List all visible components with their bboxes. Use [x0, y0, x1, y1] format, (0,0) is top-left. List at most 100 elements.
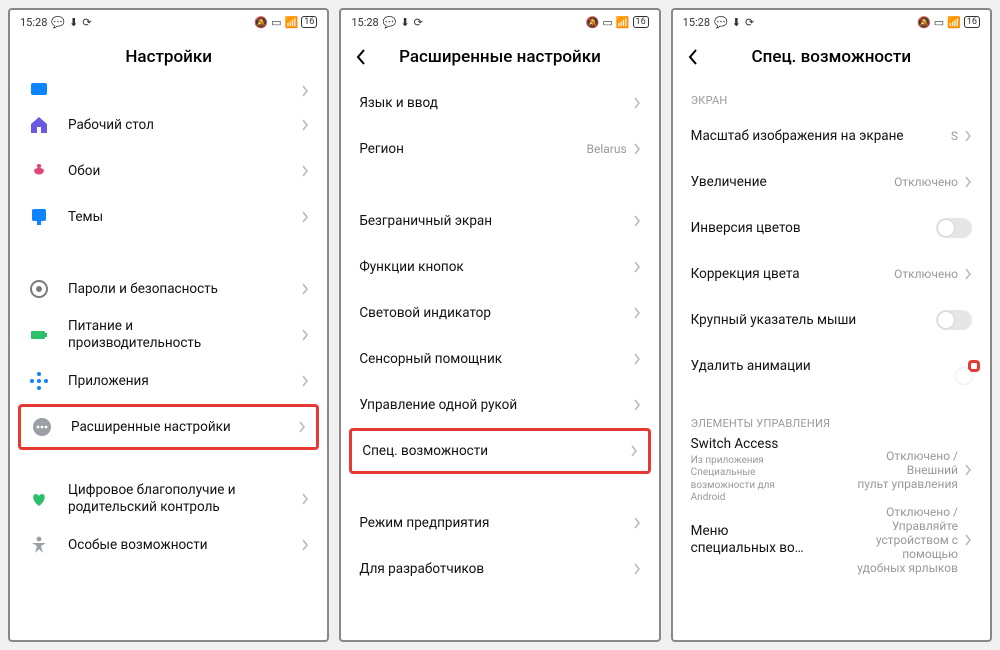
row-value: Отключено / Внешнийпульт управления [838, 449, 958, 491]
row-label: Пароли и безопасность [68, 281, 301, 298]
row-label: Крупный указатель мыши [691, 312, 936, 329]
battery-icon: 16 [964, 16, 980, 28]
dnd-icon: 🔕 [254, 16, 268, 29]
row-label: Функции кнопок [359, 259, 632, 276]
accessibility-list[interactable]: ЭКРАН Масштаб изображения на экранеSУвел… [673, 80, 990, 640]
row-label: Безграничный экран [359, 213, 632, 230]
phone-screen-advanced: 15:28 💬 ⬇ ⟳ 🔕 ▭ 📶 16 Расширенные настрой… [339, 8, 660, 642]
row-g2-5[interactable]: Спец. возможности [349, 428, 650, 474]
settings-row-main-0[interactable]: X [10, 80, 327, 102]
settings-row-main-1[interactable]: Рабочий стол [10, 102, 327, 148]
row-label: Менюспециальных во… [691, 523, 838, 557]
row-label: Коррекция цвета [691, 266, 894, 283]
row-g3-1[interactable]: Для разработчиков [341, 546, 658, 592]
accessibility-row-0[interactable]: Масштаб изображения на экранеS [673, 113, 990, 159]
advanced-list[interactable]: Язык и ввод РегионBelarus Безграничный эк… [341, 80, 658, 640]
row-sublabel: Из приложенияСпециальныевозможности дляA… [691, 455, 838, 505]
row-g2-2[interactable]: Световой индикатор [341, 290, 658, 336]
row-value: Отключено [894, 267, 958, 281]
toggle-switch[interactable] [936, 310, 972, 330]
row-value: Отключено / Управляйтеустройством с помо… [838, 505, 958, 575]
apps-icon [28, 370, 50, 392]
row-label: Язык и ввод [359, 95, 632, 112]
row-g2-0[interactable]: Безграничный экран [341, 198, 658, 244]
download-icon: ⬇ [69, 16, 78, 29]
accessibility-row-3[interactable]: Коррекция цветаОтключено [673, 251, 990, 297]
chevron-right-icon [301, 493, 309, 505]
row-g2-4[interactable]: Управление одной рукой [341, 382, 658, 428]
chevron-right-icon [301, 119, 309, 131]
accessibility-row-10[interactable]: Switch AccessИз приложенияСпециальныевоз… [673, 436, 990, 505]
back-button[interactable] [687, 48, 699, 66]
back-button[interactable] [355, 48, 367, 66]
row-g3-0[interactable]: Режим предприятия [341, 500, 658, 546]
chevron-right-icon [301, 375, 309, 387]
chevron-right-icon [301, 85, 309, 97]
chevron-right-icon [964, 534, 972, 546]
title-bar: Спец. возможности [673, 34, 990, 80]
row-g2-3[interactable]: Сенсорный помощник [341, 336, 658, 382]
accessibility-row-2[interactable]: Инверсия цветов [673, 205, 990, 251]
chevron-right-icon [633, 261, 641, 273]
chevron-right-icon [633, 399, 641, 411]
row-g2-1[interactable]: Функции кнопок [341, 244, 658, 290]
row-label: Сенсорный помощник [359, 351, 632, 368]
row-label: Switch AccessИз приложенияСпециальныевоз… [691, 436, 838, 505]
row-g1-0[interactable]: Язык и ввод [341, 80, 658, 126]
row-label: X [68, 83, 301, 100]
chevron-right-icon [964, 464, 972, 476]
wallpaper-icon [28, 160, 50, 182]
chevron-right-icon [301, 283, 309, 295]
chevron-right-icon [633, 215, 641, 227]
status-icons: 🔕 ▭ 📶 16 [917, 16, 980, 29]
settings-row-main-3[interactable]: Темы [10, 194, 327, 240]
row-label: Регион [359, 141, 586, 158]
chevron-right-icon [633, 517, 641, 529]
status-time: 15:28 [351, 16, 378, 29]
chevron-right-icon [633, 563, 641, 575]
settings-list[interactable]: X Рабочий стол Обои Темы Пароли и безопасно… [10, 80, 327, 640]
battery-icon: 16 [301, 16, 317, 28]
wifi-icon: 📶 [285, 16, 299, 29]
page-title: Расширенные настройки [399, 47, 601, 67]
section-header-screen: ЭКРАН [673, 80, 990, 113]
settings-row-extra-1[interactable]: Особые возможности [10, 522, 327, 568]
page-title: Спец. возможности [752, 47, 912, 67]
settings-row-system-0[interactable]: Пароли и безопасность [10, 266, 327, 312]
status-bar: 15:28 💬 ⬇ ⟳ 🔕 ▭ 📶 16 [673, 10, 990, 34]
chevron-right-icon [301, 211, 309, 223]
row-value: Belarus [586, 142, 626, 156]
dnd-icon: 🔕 [917, 16, 931, 29]
settings-row-main-2[interactable]: Обои [10, 148, 327, 194]
title-bar: Настройки [10, 34, 327, 80]
advanced-icon [31, 416, 53, 438]
chevron-right-icon [301, 539, 309, 551]
row-label: Цифровое благополучие иродительский конт… [68, 482, 301, 516]
toggle-switch[interactable] [936, 218, 972, 238]
chat-icon: 💬 [383, 16, 397, 29]
row-label: Расширенные настройки [71, 419, 298, 436]
row-label: Обои [68, 163, 301, 180]
chevron-right-icon [301, 329, 309, 341]
settings-row-system-1[interactable]: Питание ипроизводительность [10, 312, 327, 358]
row-value: Отключено [894, 175, 958, 189]
row-label: Увеличение [691, 174, 894, 191]
accessibility-row-4[interactable]: Крупный указатель мыши [673, 297, 990, 343]
status-icons: 🔕 ▭ 📶 16 [586, 16, 649, 29]
accessibility-row-11[interactable]: Менюспециальных во…Отключено / Управляйт… [673, 505, 990, 575]
chevron-right-icon [301, 165, 309, 177]
row-label: Управление одной рукой [359, 397, 632, 414]
accessibility-icon [28, 534, 50, 556]
chevron-right-icon [964, 268, 972, 280]
chevron-right-icon [633, 353, 641, 365]
accessibility-row-1[interactable]: УвеличениеОтключено [673, 159, 990, 205]
title-bar: Расширенные настройки [341, 34, 658, 80]
row-g1-1[interactable]: РегионBelarus [341, 126, 658, 172]
settings-row-system-3[interactable]: Расширенные настройки [18, 404, 319, 450]
settings-row-extra-0[interactable]: Цифровое благополучие иродительский конт… [10, 476, 327, 522]
accessibility-row-5[interactable]: Удалить анимации [673, 343, 990, 389]
row-label: Рабочий стол [68, 117, 301, 134]
chevron-right-icon [630, 445, 638, 457]
chat-icon: 💬 [714, 16, 728, 29]
settings-row-system-2[interactable]: Приложения [10, 358, 327, 404]
